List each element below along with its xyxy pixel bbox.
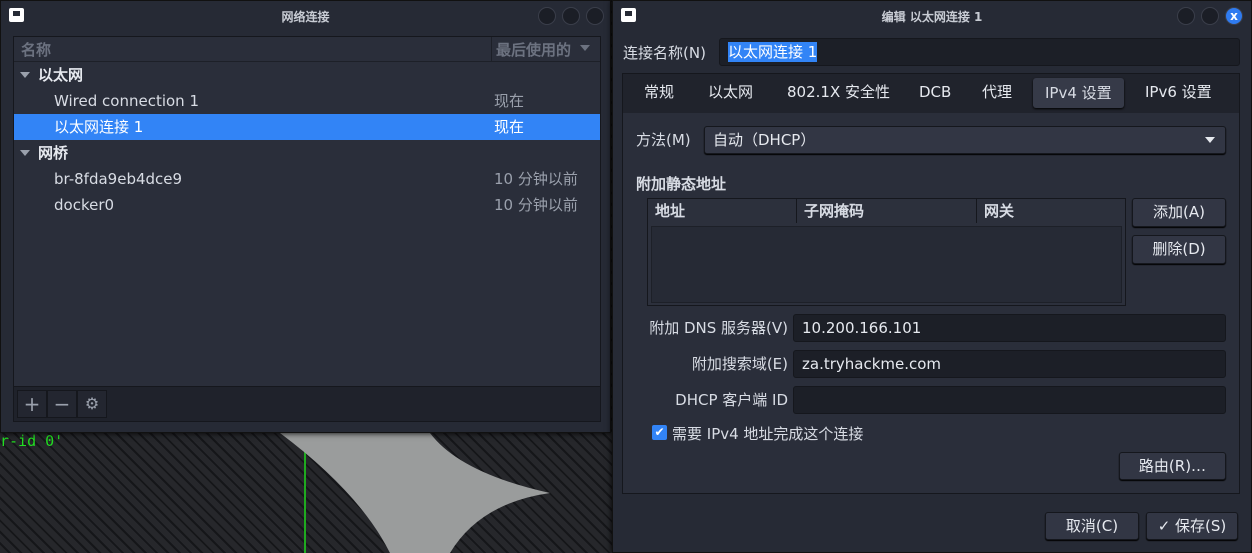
wallpaper-blade [280, 433, 550, 553]
network-connections-window: 网络连接 名称 最后使用的 以太网 Wired connection 1 现在 以… [0, 0, 611, 433]
search-domain-input[interactable]: za.tryhackme.com [793, 350, 1226, 378]
require-ipv4-label[interactable]: 需要 IPv4 地址完成这个连接 [672, 423, 863, 444]
tab-proxy[interactable]: 代理 [982, 73, 1012, 112]
column-address: 地址 [648, 199, 797, 223]
delete-address-button[interactable]: 删除(D) [1132, 235, 1226, 264]
expander-icon [20, 71, 30, 78]
close-button[interactable]: x [1225, 7, 1243, 25]
add-address-button[interactable]: 添加(A) [1132, 198, 1226, 227]
connection-name-input[interactable]: 以太网连接 1 [719, 38, 1240, 66]
chevron-down-icon [1205, 137, 1215, 143]
static-address-title: 附加静态地址 [636, 175, 727, 193]
column-name[interactable]: 名称 [21, 39, 51, 60]
list-toolbar: + − ⚙ [14, 386, 600, 421]
routes-button[interactable]: 路由(R)… [1119, 452, 1226, 480]
group-bridge[interactable]: 网桥 [14, 140, 600, 166]
checkmark-icon: ✓ [1157, 517, 1176, 535]
minimize-button[interactable] [1177, 7, 1195, 25]
list-item[interactable]: Wired connection 1 现在 [14, 88, 600, 114]
title-bar: 编辑 以太网连接 1 [613, 1, 1251, 31]
expander-icon [20, 149, 30, 156]
title-bar: 网络连接 [1, 1, 610, 31]
column-gateway: 网关 [977, 199, 1125, 223]
window-title: 编辑 以太网连接 1 [881, 9, 983, 24]
close-button[interactable] [586, 7, 604, 25]
list-item-selected[interactable]: 以太网连接 1 现在 [14, 114, 600, 140]
tab-general[interactable]: 常规 [644, 73, 674, 112]
group-ethernet[interactable]: 以太网 [14, 62, 600, 88]
dhcp-client-id-label: DHCP 客户端 ID [675, 391, 788, 409]
list-item[interactable]: br-8fda9eb4dce9 10 分钟以前 [14, 166, 600, 192]
cancel-button[interactable]: 取消(C) [1045, 512, 1139, 540]
method-label: 方法(M) [636, 131, 691, 149]
name-label: 连接名称(N) [623, 44, 706, 62]
column-last-used[interactable]: 最后使用的 [496, 39, 571, 60]
tab-ipv4[interactable]: IPv4 设置 [1033, 78, 1124, 108]
address-table: 地址 子网掩码 网关 [647, 198, 1126, 306]
save-button[interactable]: ✓ 保存(S) [1146, 512, 1238, 540]
tab-ethernet[interactable]: 以太网 [708, 73, 753, 112]
network-icon [621, 8, 636, 22]
method-select[interactable]: 自动（DHCP） [704, 126, 1226, 154]
gear-icon[interactable]: ⚙ [77, 390, 107, 418]
maximize-button[interactable] [1201, 7, 1219, 25]
remove-connection-button[interactable]: − [47, 390, 77, 418]
list-item[interactable]: docker0 10 分钟以前 [14, 192, 600, 218]
dns-input[interactable]: 10.200.166.101 [793, 314, 1226, 342]
list-header: 名称 最后使用的 [14, 37, 600, 62]
network-icon [9, 8, 24, 22]
search-domain-label: 附加搜索域(E) [691, 355, 788, 373]
add-connection-button[interactable]: + [17, 390, 47, 418]
tab-8021x[interactable]: 802.1X 安全性 [787, 73, 890, 112]
tab-ipv6[interactable]: IPv6 设置 [1145, 73, 1212, 112]
sort-arrow-icon [580, 45, 590, 51]
tab-dcb[interactable]: DCB [919, 73, 951, 112]
terminal-text: r-id 0' [0, 432, 64, 450]
dns-label: 附加 DNS 服务器(V) [649, 319, 788, 337]
column-netmask: 子网掩码 [797, 199, 977, 223]
require-ipv4-checkbox[interactable]: ✔ [652, 425, 667, 440]
dhcp-client-id-input[interactable] [793, 386, 1226, 414]
edit-connection-window: 编辑 以太网连接 1 x 连接名称(N) 以太网连接 1 常规 以太网 802.… [612, 0, 1252, 553]
table-body[interactable] [651, 226, 1122, 303]
connections-list: 名称 最后使用的 以太网 Wired connection 1 现在 以太网连接 … [13, 36, 601, 422]
maximize-button[interactable] [562, 7, 580, 25]
window-title: 网络连接 [281, 9, 330, 24]
minimize-button[interactable] [538, 7, 556, 25]
